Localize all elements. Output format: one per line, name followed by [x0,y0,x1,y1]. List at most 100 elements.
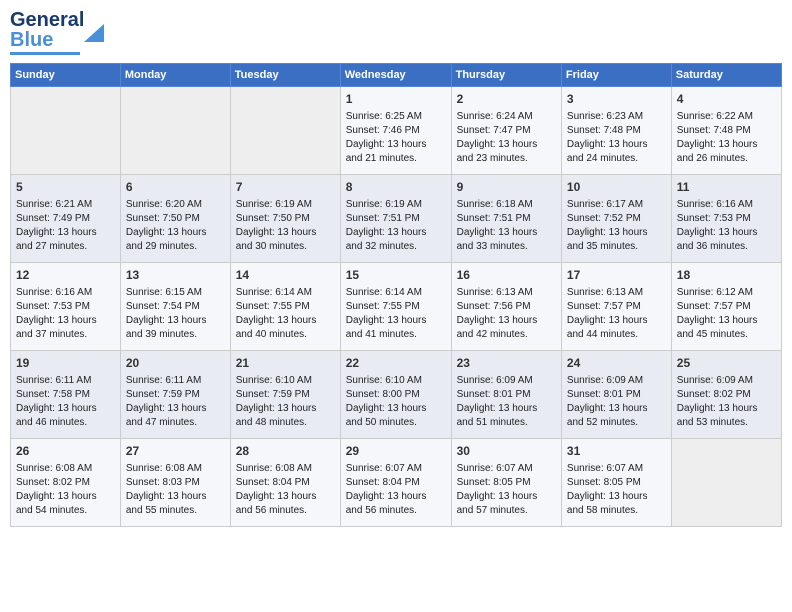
day-number: 20 [126,355,225,372]
cell-info: Sunrise: 6:13 AMSunset: 7:56 PMDaylight:… [457,286,556,342]
day-number: 17 [567,267,666,284]
calendar-header-row: SundayMondayTuesdayWednesdayThursdayFrid… [11,64,782,87]
day-number: 22 [346,355,446,372]
day-number: 21 [236,355,335,372]
calendar-table: SundayMondayTuesdayWednesdayThursdayFrid… [10,63,782,527]
calendar-cell: 24 Sunrise: 6:09 AMSunset: 8:01 PMDayligh… [561,351,671,439]
page-header: GeneralBlue [10,10,782,55]
calendar-cell: 6Sunrise: 6:20 AMSunset: 7:50 PMDaylight… [120,175,230,263]
calendar-cell: 21 Sunrise: 6:10 AMSunset: 7:59 PMDayligh… [230,351,340,439]
cell-info: Sunrise: 6:07 AMSunset: 8:05 PMDaylight:… [567,462,666,518]
calendar-cell: 18 Sunrise: 6:12 AMSunset: 7:57 PMDayligh… [671,263,781,351]
logo-blue: Blue [10,29,53,51]
calendar-cell: 1 Sunrise: 6:25 AMSunset: 7:46 PMDaylight… [340,87,451,175]
calendar-cell: 30 Sunrise: 6:07 AMSunset: 8:05 PMDayligh… [451,439,561,527]
logo-line [10,52,80,55]
cell-info: Sunrise: 6:12 AMSunset: 7:57 PMDaylight:… [677,286,776,342]
calendar-cell: 4 Sunrise: 6:22 AMSunset: 7:48 PMDaylight… [671,87,781,175]
day-number: 1 [346,91,446,108]
weekday-header: Saturday [671,64,781,87]
calendar-cell: 27Sunrise: 6:08 AMSunset: 8:03 PMDayligh… [120,439,230,527]
calendar-week-row: 5 Sunrise: 6:21 AMSunset: 7:49 PMDaylight… [11,175,782,263]
calendar-cell: 22Sunrise: 6:10 AMSunset: 8:00 PMDayligh… [340,351,451,439]
calendar-cell: 7 Sunrise: 6:19 AMSunset: 7:50 PMDaylight… [230,175,340,263]
calendar-cell: 31 Sunrise: 6:07 AMSunset: 8:05 PMDayligh… [561,439,671,527]
cell-info: Sunrise: 6:17 AMSunset: 7:52 PMDaylight:… [567,198,666,254]
calendar-cell: 12 Sunrise: 6:16 AMSunset: 7:53 PMDayligh… [11,263,121,351]
day-number: 16 [457,267,556,284]
cell-info: Sunrise: 6:08 AMSunset: 8:04 PMDaylight:… [236,462,335,518]
day-number: 5 [16,179,115,196]
cell-info: Sunrise: 6:09 AMSunset: 8:02 PMDaylight:… [677,374,776,430]
calendar-cell: 26 Sunrise: 6:08 AMSunset: 8:02 PMDayligh… [11,439,121,527]
calendar-cell: 8Sunrise: 6:19 AMSunset: 7:51 PMDaylight… [340,175,451,263]
cell-info: Sunrise: 6:25 AMSunset: 7:46 PMDaylight:… [346,110,446,166]
cell-info: Sunrise: 6:08 AMSunset: 8:03 PMDaylight:… [126,462,225,518]
calendar-cell [671,439,781,527]
calendar-week-row: 12 Sunrise: 6:16 AMSunset: 7:53 PMDayligh… [11,263,782,351]
weekday-header: Sunday [11,64,121,87]
day-number: 31 [567,443,666,460]
cell-info: Sunrise: 6:19 AMSunset: 7:50 PMDaylight:… [236,198,335,254]
day-number: 4 [677,91,776,108]
day-number: 19 [16,355,115,372]
weekday-header: Wednesday [340,64,451,87]
cell-info: Sunrise: 6:24 AMSunset: 7:47 PMDaylight:… [457,110,556,166]
calendar-cell [120,87,230,175]
cell-info: Sunrise: 6:18 AMSunset: 7:51 PMDaylight:… [457,198,556,254]
day-number: 2 [457,91,556,108]
cell-info: Sunrise: 6:11 AMSunset: 7:59 PMDaylight:… [126,374,225,430]
calendar-cell: 10 Sunrise: 6:17 AMSunset: 7:52 PMDayligh… [561,175,671,263]
calendar-cell: 9Sunrise: 6:18 AMSunset: 7:51 PMDaylight… [451,175,561,263]
day-number: 12 [16,267,115,284]
calendar-cell: 3 Sunrise: 6:23 AMSunset: 7:48 PMDaylight… [561,87,671,175]
cell-info: Sunrise: 6:07 AMSunset: 8:04 PMDaylight:… [346,462,446,518]
logo-text: GeneralBlue [10,10,84,50]
cell-info: Sunrise: 6:07 AMSunset: 8:05 PMDaylight:… [457,462,556,518]
calendar-cell: 14Sunrise: 6:14 AMSunset: 7:55 PMDayligh… [230,263,340,351]
cell-info: Sunrise: 6:16 AMSunset: 7:53 PMDaylight:… [677,198,776,254]
calendar-cell: 16 Sunrise: 6:13 AMSunset: 7:56 PMDayligh… [451,263,561,351]
calendar-cell [11,87,121,175]
cell-info: Sunrise: 6:09 AMSunset: 8:01 PMDaylight:… [457,374,556,430]
cell-info: Sunrise: 6:19 AMSunset: 7:51 PMDaylight:… [346,198,446,254]
calendar-cell: 13Sunrise: 6:15 AMSunset: 7:54 PMDayligh… [120,263,230,351]
calendar-cell: 11 Sunrise: 6:16 AMSunset: 7:53 PMDayligh… [671,175,781,263]
calendar-cell: 28 Sunrise: 6:08 AMSunset: 8:04 PMDayligh… [230,439,340,527]
cell-info: Sunrise: 6:14 AMSunset: 7:55 PMDaylight:… [346,286,446,342]
cell-info: Sunrise: 6:16 AMSunset: 7:53 PMDaylight:… [16,286,115,342]
calendar-cell: 23 Sunrise: 6:09 AMSunset: 8:01 PMDayligh… [451,351,561,439]
cell-info: Sunrise: 6:09 AMSunset: 8:01 PMDaylight:… [567,374,666,430]
day-number: 23 [457,355,556,372]
weekday-header: Friday [561,64,671,87]
day-number: 11 [677,179,776,196]
weekday-header: Monday [120,64,230,87]
day-number: 7 [236,179,335,196]
day-number: 15 [346,267,446,284]
cell-info: Sunrise: 6:22 AMSunset: 7:48 PMDaylight:… [677,110,776,166]
day-number: 6 [126,179,225,196]
day-number: 26 [16,443,115,460]
calendar-cell [230,87,340,175]
day-number: 29 [346,443,446,460]
cell-info: Sunrise: 6:23 AMSunset: 7:48 PMDaylight:… [567,110,666,166]
day-number: 10 [567,179,666,196]
logo: GeneralBlue [10,10,108,55]
day-number: 3 [567,91,666,108]
weekday-header: Tuesday [230,64,340,87]
calendar-cell: 20 Sunrise: 6:11 AMSunset: 7:59 PMDayligh… [120,351,230,439]
weekday-header: Thursday [451,64,561,87]
day-number: 28 [236,443,335,460]
cell-info: Sunrise: 6:08 AMSunset: 8:02 PMDaylight:… [16,462,115,518]
cell-info: Sunrise: 6:11 AMSunset: 7:58 PMDaylight:… [16,374,115,430]
calendar-cell: 2 Sunrise: 6:24 AMSunset: 7:47 PMDaylight… [451,87,561,175]
calendar-cell: 29 Sunrise: 6:07 AMSunset: 8:04 PMDayligh… [340,439,451,527]
cell-info: Sunrise: 6:14 AMSunset: 7:55 PMDaylight:… [236,286,335,342]
day-number: 24 [567,355,666,372]
cell-info: Sunrise: 6:10 AMSunset: 7:59 PMDaylight:… [236,374,335,430]
day-number: 30 [457,443,556,460]
day-number: 18 [677,267,776,284]
cell-info: Sunrise: 6:21 AMSunset: 7:49 PMDaylight:… [16,198,115,254]
calendar-cell: 19 Sunrise: 6:11 AMSunset: 7:58 PMDayligh… [11,351,121,439]
calendar-week-row: 19 Sunrise: 6:11 AMSunset: 7:58 PMDayligh… [11,351,782,439]
